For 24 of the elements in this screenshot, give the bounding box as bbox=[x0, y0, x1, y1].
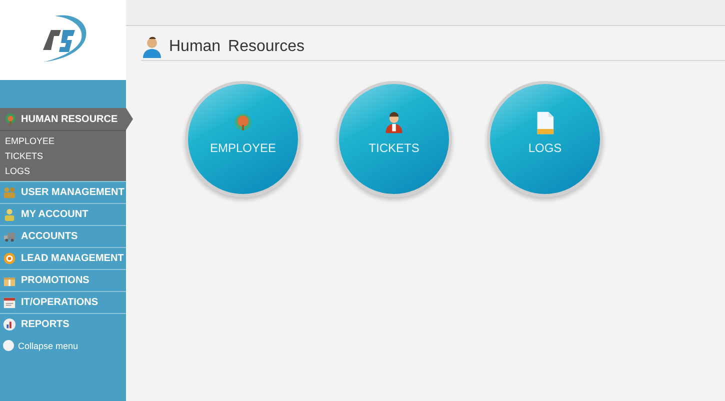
module-tile[interactable]: TICKETS bbox=[336, 81, 452, 197]
chart-icon bbox=[3, 318, 16, 331]
support-agent-icon bbox=[383, 111, 405, 135]
menu-item[interactable]: IT/OPERATIONS bbox=[0, 291, 126, 313]
submenu-item[interactable]: TICKETS bbox=[0, 148, 126, 163]
menu-item[interactable]: PROMOTIONS bbox=[0, 269, 126, 291]
calendar-icon bbox=[3, 296, 16, 309]
person-icon bbox=[141, 36, 163, 58]
truck-icon bbox=[3, 230, 16, 243]
menu-item[interactable]: LEAD MANAGEMENT bbox=[0, 247, 126, 269]
people-icon bbox=[3, 186, 16, 199]
collapse-menu-link[interactable]: Collapse menu bbox=[0, 335, 126, 356]
submenu-item[interactable]: EMPLOYEE bbox=[0, 133, 126, 148]
circle-icon bbox=[3, 340, 14, 351]
module-tile[interactable]: EMPLOYEE bbox=[185, 81, 301, 197]
menu-item[interactable]: REPORTS bbox=[0, 313, 126, 335]
module-tile[interactable]: LOGS bbox=[487, 81, 603, 197]
submenu-item[interactable]: LOGS bbox=[0, 163, 126, 178]
target-icon bbox=[3, 252, 16, 265]
menu-item[interactable]: USER MANAGEMENT bbox=[0, 181, 126, 203]
person-icon bbox=[3, 208, 16, 221]
tree-icon bbox=[4, 112, 17, 126]
page-title: Human Resources bbox=[169, 38, 304, 56]
menu-item[interactable]: HUMAN RESOURCE bbox=[0, 108, 126, 131]
